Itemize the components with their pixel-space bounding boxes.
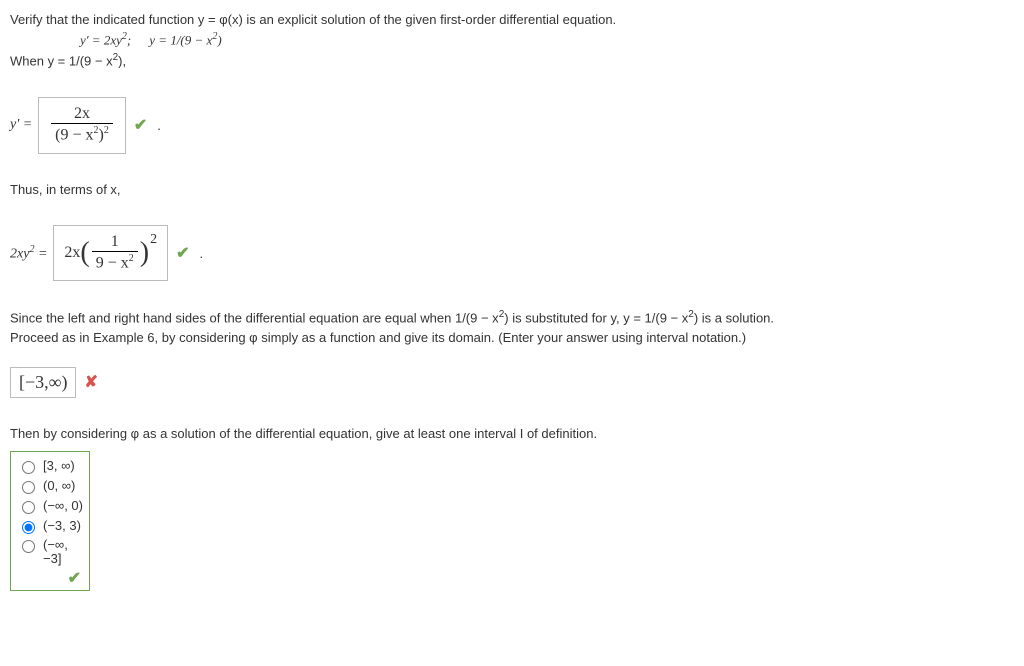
check-icon: ✔	[68, 568, 81, 588]
proceed-line: Proceed as in Example 6, by considering …	[10, 330, 1014, 345]
when-post: ),	[118, 54, 126, 69]
since-mid: ) is substituted for y, y = 1/(9 − x	[504, 311, 688, 326]
de-lhs: y' = 2xy	[80, 32, 122, 47]
ans2-lhs-post: =	[34, 246, 47, 261]
soln-post: )	[217, 32, 221, 47]
ans2-inner-num: 1	[92, 232, 138, 252]
ans1-dot: .	[157, 118, 161, 133]
choice-radio-3[interactable]	[22, 521, 35, 534]
cross-icon: ✘	[84, 372, 97, 392]
when-pre: When y = 1/(9 − x	[10, 54, 113, 69]
check-icon: ✔	[134, 115, 147, 135]
choice-label-4: (−∞,−3]	[43, 538, 68, 567]
choice-row[interactable]: (−∞, 0)	[17, 496, 83, 516]
ans2-coeff: 2x	[64, 244, 80, 261]
ans1-den-pre: (9 − x	[55, 126, 93, 143]
ans2-lhs-pre: 2xy	[10, 246, 29, 261]
since-post: ) is a solution.	[694, 311, 774, 326]
then-line: Then by considering φ as a solution of t…	[10, 426, 1014, 441]
answer-2-row: 2xy2 = 2x( 1 9 − x2 )2 ✔ .	[10, 225, 1014, 282]
ans2-dot: .	[199, 246, 203, 261]
ans1-outer-exp: 2	[104, 125, 109, 136]
ans2-outer-exp: 2	[150, 232, 157, 247]
de-sep: ;	[127, 32, 131, 47]
choice-label-1: (0, ∞)	[43, 478, 75, 493]
ans2-inner-den-pre: 9 − x	[96, 254, 129, 271]
answer-1-row: y' = 2x (9 − x2)2 ✔ .	[10, 97, 1014, 154]
choice-radio-4[interactable]	[22, 540, 35, 553]
choice-radio-0[interactable]	[22, 461, 35, 474]
domain-input[interactable]: [−3,∞)	[10, 367, 76, 398]
soln-pre: y = 1/(9 − x	[149, 32, 212, 47]
answer-2-box[interactable]: 2x( 1 9 − x2 )2	[53, 225, 168, 282]
since-pre: Since the left and right hand sides of t…	[10, 311, 499, 326]
choice-group: [3, ∞) (0, ∞) (−∞, 0) (−3, 3) (−∞,−3] ✔	[10, 451, 90, 592]
then-text: Then by considering φ as a solution of t…	[10, 426, 597, 441]
answer-1-lhs: y' =	[10, 117, 32, 133]
choice-row[interactable]: (−∞,−3]	[17, 536, 83, 569]
answer-2-lhs: 2xy2 =	[10, 244, 47, 263]
choice-row[interactable]: (0, ∞)	[17, 476, 83, 496]
answer-1-box[interactable]: 2x (9 − x2)2	[38, 97, 126, 154]
when-line: When y = 1/(9 − x2),	[10, 52, 1014, 68]
domain-row: [−3,∞) ✘	[10, 367, 1014, 398]
choice-row[interactable]: [3, ∞)	[17, 456, 83, 476]
ans2-inner-den-sup: 2	[129, 253, 134, 264]
ans1-num: 2x	[51, 104, 113, 124]
check-icon: ✔	[176, 243, 189, 263]
proceed-text: Proceed as in Example 6, by considering …	[10, 330, 746, 345]
question-intro: Verify that the indicated function y = φ…	[10, 12, 1014, 27]
choice-label-2: (−∞, 0)	[43, 498, 83, 513]
equation-line: y' = 2xy2; y = 1/(9 − x2)	[80, 31, 1014, 48]
choice-label-3: (−3, 3)	[43, 518, 81, 533]
choice-radio-1[interactable]	[22, 481, 35, 494]
choice-label-0: [3, ∞)	[43, 458, 75, 473]
since-line: Since the left and right hand sides of t…	[10, 309, 1014, 325]
choice-row[interactable]: (−3, 3)	[17, 516, 83, 536]
thus-line: Thus, in terms of x,	[10, 182, 1014, 197]
choice-radio-2[interactable]	[22, 501, 35, 514]
